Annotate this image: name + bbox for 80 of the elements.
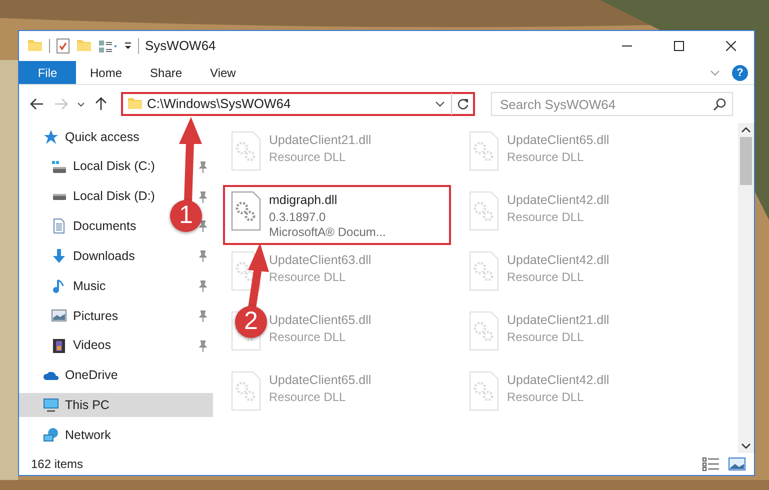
computer-icon xyxy=(43,398,59,412)
ribbon-tab[interactable]: Share xyxy=(136,61,196,84)
scrollbar-thumb[interactable] xyxy=(740,137,752,185)
file-icon xyxy=(231,191,261,231)
file-detail: 0.3.1897.0 xyxy=(269,210,327,226)
pictures-icon xyxy=(51,309,67,322)
scroll-down-icon[interactable] xyxy=(741,443,751,449)
file-name: mdigraph.dll xyxy=(269,192,338,209)
up-arrow-icon xyxy=(95,97,107,111)
sidebar-item[interactable]: Downloads xyxy=(19,244,213,268)
file-name: UpdateClient42.dll xyxy=(507,372,610,389)
file-menu-button[interactable]: File xyxy=(19,61,76,84)
file-detail: Resource DLL xyxy=(507,390,585,406)
file-icon xyxy=(231,131,261,171)
ribbon-tab[interactable]: Home xyxy=(76,61,136,84)
back-arrow-icon xyxy=(30,98,44,110)
file-name: UpdateClient42.dll xyxy=(507,252,610,269)
file-icon xyxy=(231,371,261,411)
search-field[interactable]: Search SysWOW64 xyxy=(491,92,733,116)
file-icon xyxy=(469,251,499,291)
file-detail: Resource DLL xyxy=(507,210,585,226)
arrow xyxy=(248,243,269,309)
drive-icon xyxy=(51,160,67,174)
expand-ribbon-icon[interactable] xyxy=(710,70,720,76)
caret-icon xyxy=(77,102,85,106)
sidebar-item[interactable]: Videos xyxy=(19,334,213,358)
file-icon xyxy=(469,191,499,231)
sidebar-item[interactable]: OneDrive xyxy=(19,364,213,388)
file-name: UpdateClient42.dll xyxy=(507,192,610,209)
item-count: 162 items xyxy=(31,456,84,473)
folder-icon xyxy=(127,98,143,110)
network-icon xyxy=(43,427,59,444)
file-icon xyxy=(469,311,499,351)
scrollbar[interactable] xyxy=(738,123,754,453)
file-detail: Resource DLL xyxy=(507,150,585,166)
scroll-up-icon[interactable] xyxy=(741,127,751,133)
file-icon xyxy=(469,131,499,171)
cloud-icon xyxy=(43,370,59,380)
forward-arrow-icon xyxy=(54,98,68,110)
view-options-icon[interactable] xyxy=(98,40,118,52)
file-name: UpdateClient21.dll xyxy=(507,312,610,329)
details-view-icon[interactable] xyxy=(702,457,720,471)
document-icon xyxy=(51,218,67,234)
sidebar-item[interactable]: Local Disk (C:) xyxy=(19,154,213,179)
sidebar-item[interactable]: Network xyxy=(19,423,213,448)
file-detail: MicrosoftA® Docum... xyxy=(269,225,386,241)
properties-icon[interactable] xyxy=(56,38,70,54)
file-detail: Resource DLL xyxy=(269,390,347,406)
ribbon-tab[interactable]: View xyxy=(196,61,250,84)
sidebar-item[interactable]: Pictures xyxy=(19,304,213,328)
file-detail: Resource DLL xyxy=(507,270,585,286)
minimize-icon xyxy=(622,45,632,47)
sidebar-item[interactable]: This PC xyxy=(19,393,213,418)
file-detail: Resource DLL xyxy=(269,150,347,166)
file-detail: Resource DLL xyxy=(507,330,585,346)
file-item[interactable]: mdigraph.dll 0.3.1897.0 MicrosoftA® Docum... xyxy=(223,185,451,245)
file-name: UpdateClient65.dll xyxy=(269,312,372,329)
search-icon[interactable] xyxy=(713,97,727,111)
maximize-icon xyxy=(674,41,684,51)
close-icon xyxy=(726,41,736,51)
file-detail: Resource DLL xyxy=(269,330,347,346)
large-icons-view-icon[interactable] xyxy=(728,457,746,471)
dropdown-icon[interactable] xyxy=(124,42,132,50)
file-icon xyxy=(469,371,499,411)
sidebar-item[interactable]: Music xyxy=(19,274,213,298)
help-button[interactable]: ? xyxy=(732,64,748,80)
address-bar[interactable]: C:\Windows\SysWOW64 xyxy=(121,92,475,116)
file-name: UpdateClient21.dll xyxy=(269,132,372,149)
download-icon xyxy=(51,248,67,264)
refresh-icon xyxy=(456,98,468,110)
chevron-down-icon[interactable] xyxy=(435,101,445,107)
drive-icon xyxy=(51,192,67,201)
window-title: SysWOW64 xyxy=(145,37,216,56)
star-icon xyxy=(43,129,59,145)
file-detail: Resource DLL xyxy=(269,270,347,286)
file-name: UpdateClient65.dll xyxy=(269,372,372,389)
film-icon xyxy=(51,338,67,354)
sidebar-item[interactable]: Quick access xyxy=(19,125,213,149)
file-name: UpdateClient65.dll xyxy=(507,132,610,149)
file-name: UpdateClient63.dll xyxy=(269,252,372,269)
